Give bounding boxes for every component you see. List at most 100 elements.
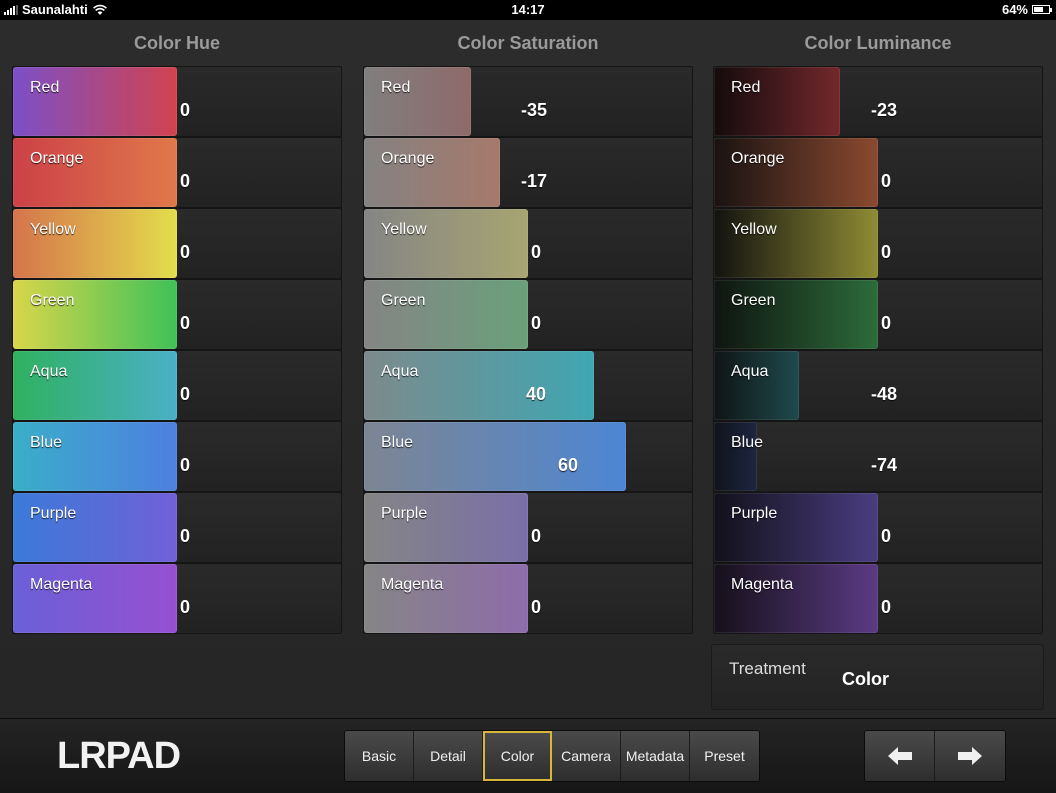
tab-bar: Basic Detail Color Camera Metadata Prese… xyxy=(344,730,760,782)
slider-blue[interactable]: Blue 0 xyxy=(12,421,342,492)
slider-list: Red -23 Orange 0 Yellow 0 Green 0 Aqua -48 Blue -74… xyxy=(713,66,1043,634)
battery-percent: 64% xyxy=(1001,2,1028,17)
slider-fill xyxy=(364,351,594,420)
slider-fill xyxy=(13,138,177,207)
slider-value: 0 xyxy=(881,526,892,546)
slider-fill xyxy=(13,280,177,349)
slider-label: Yellow xyxy=(30,221,76,238)
slider-fill xyxy=(13,67,177,136)
treatment-control[interactable]: Treatment Color xyxy=(711,644,1044,710)
slider-label: Red xyxy=(30,79,60,96)
slider-magenta[interactable]: Magenta 0 xyxy=(12,563,342,634)
slider-fill xyxy=(13,422,177,491)
treatment-value: Color xyxy=(842,669,889,689)
slider-orange[interactable]: Orange -17 xyxy=(363,137,693,208)
slider-blue[interactable]: Blue -74 xyxy=(713,421,1043,492)
slider-aqua[interactable]: Aqua 0 xyxy=(12,350,342,421)
slider-label: Yellow xyxy=(381,221,427,238)
slider-label: Orange xyxy=(30,150,84,167)
slider-yellow[interactable]: Yellow 0 xyxy=(363,208,693,279)
slider-fill xyxy=(714,351,799,420)
tab-color[interactable]: Color xyxy=(483,731,552,781)
slider-aqua[interactable]: Aqua 40 xyxy=(363,350,693,421)
slider-value: -48 xyxy=(871,384,898,404)
slider-fill xyxy=(13,351,177,420)
slider-fill xyxy=(714,493,878,562)
slider-value: 0 xyxy=(180,171,191,191)
slider-magenta[interactable]: Magenta 0 xyxy=(713,563,1043,634)
slider-purple[interactable]: Purple 0 xyxy=(12,492,342,563)
battery-icon xyxy=(1032,5,1052,14)
slider-label: Green xyxy=(30,292,75,309)
slider-label: Aqua xyxy=(381,363,419,380)
slider-red[interactable]: Red 0 xyxy=(12,66,342,137)
slider-label: Blue xyxy=(381,434,414,451)
slider-yellow[interactable]: Yellow 0 xyxy=(713,208,1043,279)
slider-label: Magenta xyxy=(30,576,93,593)
slider-fill xyxy=(714,67,840,136)
slider-value: 0 xyxy=(180,597,191,617)
slider-label: Purple xyxy=(30,505,77,522)
slider-value: 0 xyxy=(180,313,191,333)
panel-title: Color Luminance xyxy=(804,33,952,53)
slider-value: 0 xyxy=(180,384,191,404)
slider-label: Green xyxy=(381,292,426,309)
slider-label: Orange xyxy=(381,150,435,167)
slider-fill xyxy=(364,280,528,349)
slider-label: Magenta xyxy=(731,576,794,593)
slider-label: Red xyxy=(731,79,761,96)
slider-value: 0 xyxy=(180,526,191,546)
slider-green[interactable]: Green 0 xyxy=(713,279,1043,350)
slider-purple[interactable]: Purple 0 xyxy=(363,492,693,563)
slider-yellow[interactable]: Yellow 0 xyxy=(12,208,342,279)
panel-hue: Color Hue Red 0 Orange 0 Yellow 0 Green 0 Aqua 0 Bl… xyxy=(12,20,342,634)
slider-red[interactable]: Red -35 xyxy=(363,66,693,137)
slider-value: 0 xyxy=(881,242,892,262)
slider-blue[interactable]: Blue 60 xyxy=(363,421,693,492)
previous-photo-button[interactable] xyxy=(865,731,935,781)
slider-orange[interactable]: Orange 0 xyxy=(12,137,342,208)
slider-fill xyxy=(364,564,528,633)
slider-fill xyxy=(13,209,177,278)
photo-navigation xyxy=(864,730,1006,782)
slider-label: Purple xyxy=(381,505,428,522)
slider-label: Magenta xyxy=(381,576,444,593)
slider-orange[interactable]: Orange 0 xyxy=(713,137,1043,208)
tab-camera[interactable]: Camera xyxy=(552,731,621,781)
slider-red[interactable]: Red -23 xyxy=(713,66,1043,137)
slider-fill xyxy=(364,422,626,491)
tab-basic[interactable]: Basic xyxy=(345,731,414,781)
slider-fill xyxy=(714,564,878,633)
slider-value: 0 xyxy=(180,242,191,262)
slider-fill xyxy=(714,138,878,207)
slider-label: Blue xyxy=(731,434,764,451)
slider-green[interactable]: Green 0 xyxy=(12,279,342,350)
arrow-right-icon xyxy=(958,747,982,765)
slider-green[interactable]: Green 0 xyxy=(363,279,693,350)
tab-detail[interactable]: Detail xyxy=(414,731,483,781)
slider-value: 0 xyxy=(180,100,191,120)
tab-preset[interactable]: Preset xyxy=(690,731,759,781)
slider-label: Red xyxy=(381,79,411,96)
panel-saturation: Color Saturation Red -35 Orange -17 Yellow 0 Gr… xyxy=(363,20,693,634)
next-photo-button[interactable] xyxy=(935,731,1005,781)
slider-value: -74 xyxy=(871,455,898,475)
slider-purple[interactable]: Purple 0 xyxy=(713,492,1043,563)
slider-list: Red -35 Orange -17 Yellow 0 Green 0 Aqua 40 Blue 60… xyxy=(363,66,693,634)
panel-title: Color Saturation xyxy=(457,33,599,53)
slider-value: 0 xyxy=(881,597,892,617)
treatment-label: Treatment xyxy=(729,659,806,678)
slider-magenta[interactable]: Magenta 0 xyxy=(363,563,693,634)
slider-label: Green xyxy=(731,292,776,309)
slider-label: Orange xyxy=(731,150,785,167)
slider-fill xyxy=(13,564,177,633)
slider-value: -35 xyxy=(521,100,548,120)
slider-value: 0 xyxy=(531,597,542,617)
tab-metadata[interactable]: Metadata xyxy=(621,731,690,781)
slider-fill xyxy=(364,138,500,207)
slider-aqua[interactable]: Aqua -48 xyxy=(713,350,1043,421)
slider-value: 60 xyxy=(558,455,579,475)
panel-luminance: Color Luminance Red -23 Orange 0 Yellow 0 Green… xyxy=(713,20,1043,634)
slider-label: Blue xyxy=(30,434,63,451)
slider-fill xyxy=(714,209,878,278)
